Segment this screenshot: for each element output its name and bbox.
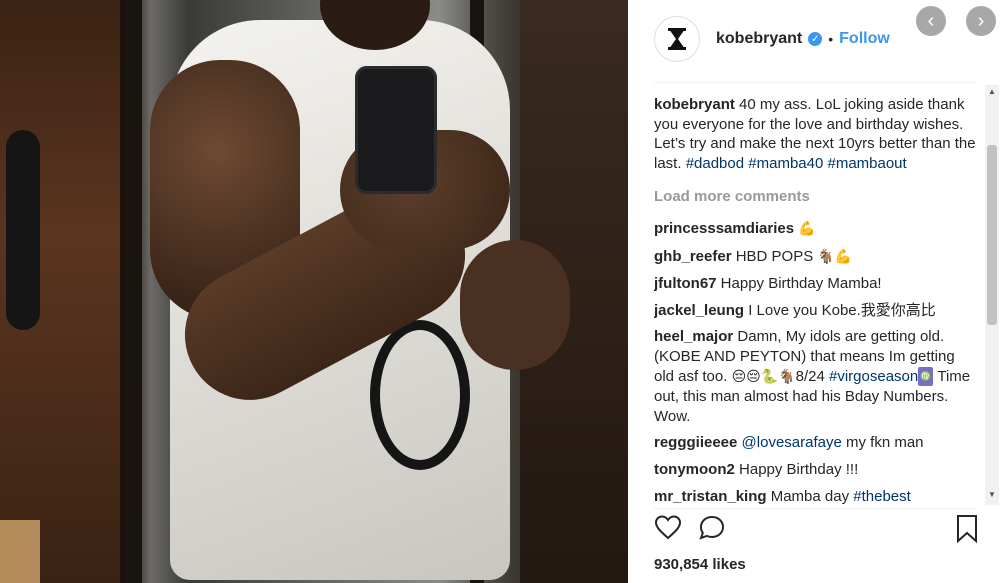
comment-text: Happy Birthday Mamba! bbox=[720, 275, 882, 293]
photo-door-handle bbox=[6, 130, 40, 330]
list-item: tonymoon2 Happy Birthday !!! bbox=[654, 460, 976, 480]
comment-text: my fkn man bbox=[846, 434, 924, 452]
comment-bubble-icon[interactable] bbox=[698, 514, 726, 542]
photo-door-plate bbox=[0, 520, 40, 583]
photo-rail bbox=[128, 0, 142, 583]
post-header: kobebryant ✓ • Follow bbox=[654, 16, 890, 62]
list-item: ghb_reefer HBD POPS 🐐💪 bbox=[654, 247, 976, 268]
comment-username[interactable]: heel_major bbox=[654, 328, 733, 345]
likes-count[interactable]: 930,854 likes bbox=[654, 556, 746, 573]
mention-link[interactable]: @lovesarafaye bbox=[742, 434, 842, 451]
bookmark-icon[interactable] bbox=[954, 514, 980, 544]
comment-emoji: 🐐💪 bbox=[817, 248, 853, 265]
verified-badge-icon: ✓ bbox=[808, 32, 823, 46]
chevron-left-icon[interactable]: ‹ bbox=[916, 6, 946, 36]
photo-shirt-logo bbox=[370, 320, 470, 470]
scrollbar-thumb[interactable] bbox=[987, 145, 997, 325]
caption-username[interactable]: kobebryant bbox=[654, 96, 735, 113]
scroll-down-icon[interactable]: ▼ bbox=[988, 490, 996, 499]
follow-button[interactable]: Follow bbox=[839, 30, 890, 48]
hashtag[interactable]: #mambaout bbox=[827, 155, 906, 172]
hourglass-logo-icon bbox=[668, 28, 686, 50]
comment-text: I Love you Kobe.我愛你高比 bbox=[748, 301, 936, 319]
comment-username[interactable]: regggiieeee bbox=[654, 434, 737, 451]
comment-username[interactable]: jackel_leung bbox=[654, 302, 744, 319]
hashtag[interactable]: #mamba40 bbox=[748, 155, 823, 172]
comment-text: HBD POPS bbox=[735, 247, 814, 265]
list-item: jfulton67 Happy Birthday Mamba! bbox=[654, 274, 976, 294]
comment-text: 8/24 bbox=[795, 367, 825, 385]
hashtag[interactable]: #virgoseason bbox=[829, 368, 918, 385]
comment-emoji: 😔😔🐍🐐 bbox=[731, 368, 796, 385]
comment-text: Happy Birthday !!! bbox=[739, 460, 859, 478]
comment-username[interactable]: princesssamdiaries bbox=[654, 220, 794, 237]
comments-scrollbar[interactable]: ▲ ▼ bbox=[985, 85, 999, 505]
comment-text: Mamba day bbox=[770, 487, 850, 505]
load-more-comments-button[interactable]: Load more comments bbox=[654, 187, 976, 207]
hashtag[interactable]: #dadbod bbox=[686, 155, 744, 172]
comment-username[interactable]: mr_tristan_king bbox=[654, 488, 767, 505]
divider bbox=[654, 508, 976, 509]
comment-emoji: 💪 bbox=[798, 220, 816, 237]
scroll-up-icon[interactable]: ▲ bbox=[988, 87, 996, 96]
list-item: jackel_leung I Love you Kobe.我愛你高比 bbox=[654, 301, 976, 321]
post-photo[interactable] bbox=[0, 0, 628, 583]
comment-username[interactable]: ghb_reefer bbox=[654, 248, 732, 265]
caption: kobebryant 40 my ass. LoL joking aside t… bbox=[654, 95, 976, 173]
comment-username[interactable]: tonymoon2 bbox=[654, 461, 735, 478]
separator-dot: • bbox=[828, 31, 834, 47]
list-item: regggiieeee @lovesarafaye my fkn man bbox=[654, 433, 976, 453]
list-item: heel_major Damn, My idols are getting ol… bbox=[654, 327, 976, 426]
divider bbox=[654, 82, 976, 83]
virgo-badge-icon: ♍ bbox=[918, 366, 934, 387]
hashtag[interactable]: #thebest bbox=[853, 488, 911, 505]
chevron-right-icon[interactable]: › bbox=[966, 6, 996, 36]
avatar[interactable] bbox=[654, 16, 700, 62]
post-actions bbox=[654, 514, 980, 548]
comments-list: kobebryant 40 my ass. LoL joking aside t… bbox=[654, 95, 976, 507]
comment-username[interactable]: jfulton67 bbox=[654, 275, 717, 292]
photo-phone bbox=[355, 66, 437, 194]
list-item: mr_tristan_king Mamba day #thebest bbox=[654, 487, 976, 507]
post-username[interactable]: kobebryant bbox=[716, 30, 802, 48]
list-item: princesssamdiaries 💪 bbox=[654, 219, 976, 240]
heart-icon[interactable] bbox=[654, 514, 682, 542]
photo-hand bbox=[460, 240, 570, 370]
